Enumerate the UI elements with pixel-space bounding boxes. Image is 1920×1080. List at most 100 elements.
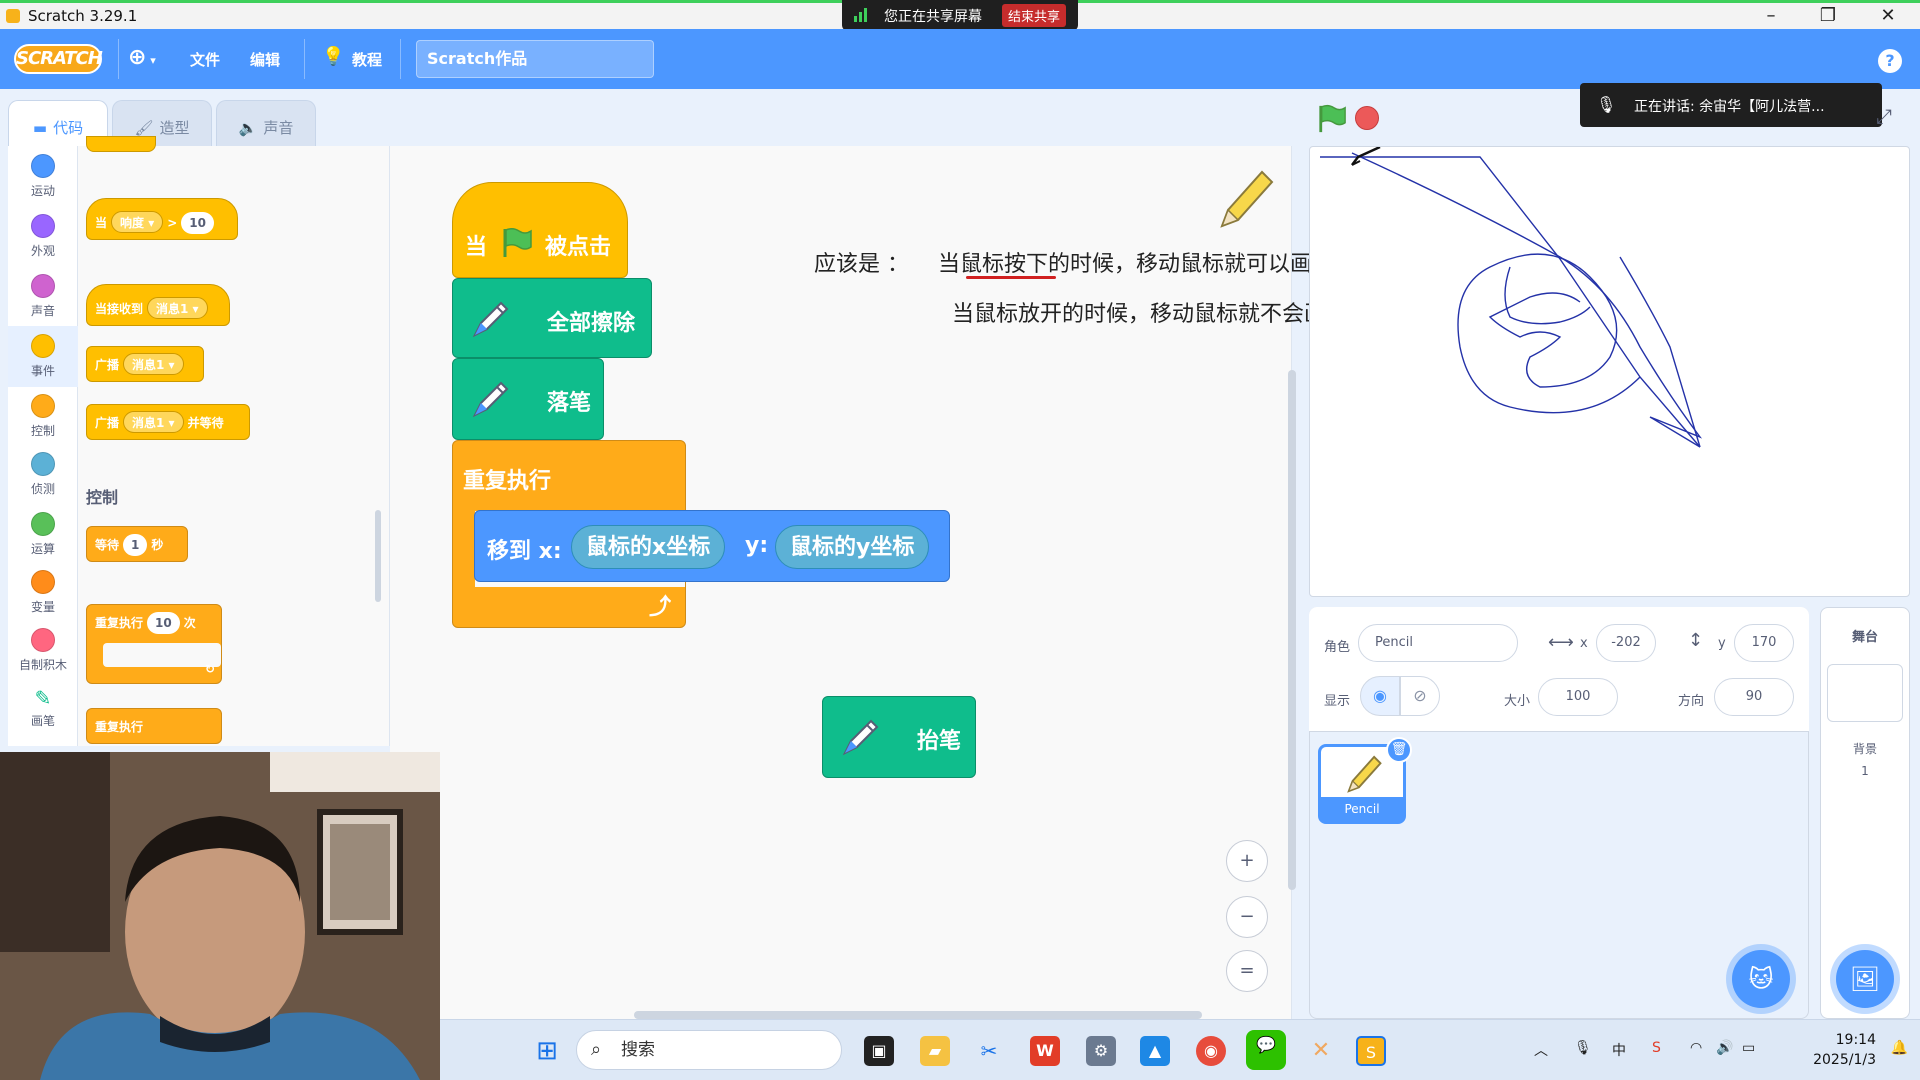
mouse-y-reporter[interactable]: 鼠标的y坐标 <box>775 525 930 569</box>
wechat-icon[interactable]: 💬 <box>1246 1030 1286 1070</box>
green-flag-button[interactable] <box>1317 104 1347 134</box>
category-sensing[interactable]: 侦测 <box>8 452 78 497</box>
palette-block-broadcast[interactable]: 广播 消息1 ▾ <box>86 346 204 382</box>
taskbar-search[interactable]: ⌕ 搜索 <box>576 1030 842 1070</box>
category-sound[interactable]: 声音 <box>8 274 78 319</box>
category-variables[interactable]: 变量 <box>8 570 78 615</box>
block-text: > <box>167 216 178 230</box>
palette-block-when-receive[interactable]: 当接收到 消息1 ▾ <box>86 284 230 326</box>
stage-canvas[interactable] <box>1309 146 1910 597</box>
palette-block-forever[interactable]: 重复执行 <box>86 708 222 744</box>
battery-icon[interactable]: ▭ <box>1742 1040 1755 1056</box>
palette-block-broadcast-wait[interactable]: 广播 消息1 ▾ 并等待 <box>86 404 250 440</box>
scratch-logo[interactable]: SCRATCH <box>14 44 103 74</box>
direction-input[interactable]: 90 <box>1714 678 1794 716</box>
task-view-icon[interactable]: ▣ <box>864 1036 894 1066</box>
value-input[interactable]: 10 <box>147 612 180 634</box>
size-input[interactable]: 100 <box>1538 678 1618 716</box>
show-visible-button[interactable]: ◉ <box>1360 676 1400 716</box>
fullscreen-icon[interactable]: ⤢ <box>1876 104 1892 128</box>
menu-file[interactable]: 文件 <box>190 49 220 70</box>
menu-tutorials[interactable]: 教程 <box>352 49 382 70</box>
pen-icon <box>842 719 879 756</box>
sensor-dropdown[interactable]: 响度 ▾ <box>111 211 164 233</box>
category-dot <box>31 512 55 536</box>
tab-sounds[interactable]: 🔈 声音 <box>216 100 316 146</box>
value-input[interactable]: 10 <box>181 212 214 234</box>
category-label: 运算 <box>30 542 55 556</box>
x-input[interactable]: -202 <box>1596 624 1656 662</box>
sprite-name-input[interactable]: Pencil <box>1358 624 1518 662</box>
category-control[interactable]: 控制 <box>8 394 78 439</box>
chrome-icon[interactable]: ◉ <box>1196 1036 1226 1066</box>
pen-down-block[interactable]: 落笔 <box>452 358 604 440</box>
code-horizontal-scrollbar[interactable] <box>634 1011 1202 1019</box>
restore-button[interactable]: ❐ <box>1813 5 1843 26</box>
pen-up-block[interactable]: 抬笔 <box>822 696 976 778</box>
clock[interactable]: 19:14 2025/1/3 <box>1813 1030 1876 1070</box>
menu-edit[interactable]: 编辑 <box>250 49 280 70</box>
message-dropdown[interactable]: 消息1 ▾ <box>123 411 184 433</box>
snipping-tool-icon[interactable]: ✂ <box>974 1036 1004 1066</box>
y-input[interactable]: 170 <box>1734 624 1794 662</box>
palette-block-partial[interactable] <box>86 136 156 152</box>
file-explorer-icon[interactable]: ▰ <box>920 1036 950 1066</box>
minimize-button[interactable]: – <box>1756 5 1786 26</box>
stop-button[interactable] <box>1355 106 1379 130</box>
divider <box>118 39 119 79</box>
palette-block-when-greater[interactable]: 当响度 ▾ >10 <box>86 198 238 240</box>
category-pen[interactable]: ✎ 画笔 <box>8 686 78 729</box>
mic-tray-icon[interactable]: 🎙 <box>1574 1040 1592 1056</box>
block-text: 抬笔 <box>917 729 962 754</box>
when-flag-clicked-block[interactable]: 当 被点击 <box>452 182 628 278</box>
app-icon[interactable]: ✕ <box>1306 1036 1336 1066</box>
notification-icon[interactable]: 🔔 <box>1891 1040 1908 1056</box>
close-button[interactable]: ✕ <box>1873 5 1903 26</box>
palette-scrollbar[interactable] <box>375 510 381 602</box>
add-backdrop-button[interactable]: 🖼 <box>1836 950 1894 1008</box>
mouse-x-reporter[interactable]: 鼠标的x坐标 <box>571 525 726 569</box>
palette-block-wait[interactable]: 等待 1 秒 <box>86 526 188 562</box>
category-operators[interactable]: 运算 <box>8 512 78 557</box>
block-text: 广播 <box>95 416 120 430</box>
menu-bar: SCRATCH ⊕ ▾ 文件 编辑 💡 教程 Scratch作品 ? <box>0 29 1920 89</box>
photos-icon[interactable]: ▲ <box>1140 1036 1170 1066</box>
message-dropdown[interactable]: 消息1 ▾ <box>123 353 184 375</box>
clear-block[interactable]: 全部擦除 <box>452 278 652 358</box>
wifi-icon[interactable]: ◠ <box>1690 1040 1702 1056</box>
app-icon <box>6 9 20 23</box>
category-my-blocks[interactable]: 自制积木 <box>8 628 78 673</box>
image-icon: 🖼 <box>1849 965 1881 993</box>
add-sprite-button[interactable]: 🐱 <box>1732 950 1790 1008</box>
globe-icon[interactable]: ⊕ ▾ <box>128 45 156 70</box>
windows-start-icon[interactable]: ⊞ <box>532 1036 562 1066</box>
scratch-taskbar-icon[interactable]: S <box>1356 1036 1386 1066</box>
volume-icon[interactable]: 🔊 <box>1716 1040 1733 1056</box>
delete-sprite-icon[interactable]: 🗑 <box>1386 737 1412 763</box>
wps-office-icon[interactable]: W <box>1030 1036 1060 1066</box>
category-motion[interactable]: 运动 <box>8 154 78 199</box>
hide-button[interactable]: ⊘ <box>1400 676 1440 716</box>
stop-share-button[interactable]: 结束共享 <box>1002 4 1067 27</box>
zoom-out-button[interactable]: − <box>1226 896 1268 938</box>
tray-expand-icon[interactable]: ︿ <box>1534 1040 1548 1060</box>
zoom-in-button[interactable]: + <box>1226 840 1268 882</box>
lightbulb-icon[interactable]: 💡 <box>322 46 344 67</box>
wps-tray-icon[interactable]: S <box>1652 1040 1661 1056</box>
project-name-input[interactable]: Scratch作品 <box>416 40 654 78</box>
backdrop-thumbnail[interactable] <box>1827 664 1903 722</box>
settings-icon[interactable]: ⚙ <box>1086 1036 1116 1066</box>
category-events[interactable]: 事件 <box>8 326 78 387</box>
zoom-reset-button[interactable]: = <box>1226 950 1268 992</box>
palette-block-repeat[interactable]: 重复执行 10 次 ↻ <box>86 604 222 684</box>
go-to-xy-block[interactable]: 移到 x: 鼠标的x坐标 y: 鼠标的y坐标 <box>474 510 950 582</box>
help-icon[interactable]: ? <box>1878 49 1902 73</box>
code-vertical-scrollbar[interactable] <box>1288 370 1296 890</box>
ime-indicator[interactable]: 中 <box>1612 1040 1626 1060</box>
speaking-text: 正在讲话: 余宙华【阿儿法营... <box>1634 99 1825 115</box>
pencil-sprite-icon <box>1220 170 1274 228</box>
brush-icon: 🖌 <box>134 119 154 137</box>
message-dropdown[interactable]: 消息1 ▾ <box>147 297 208 319</box>
category-looks[interactable]: 外观 <box>8 214 78 259</box>
value-input[interactable]: 1 <box>123 534 148 556</box>
